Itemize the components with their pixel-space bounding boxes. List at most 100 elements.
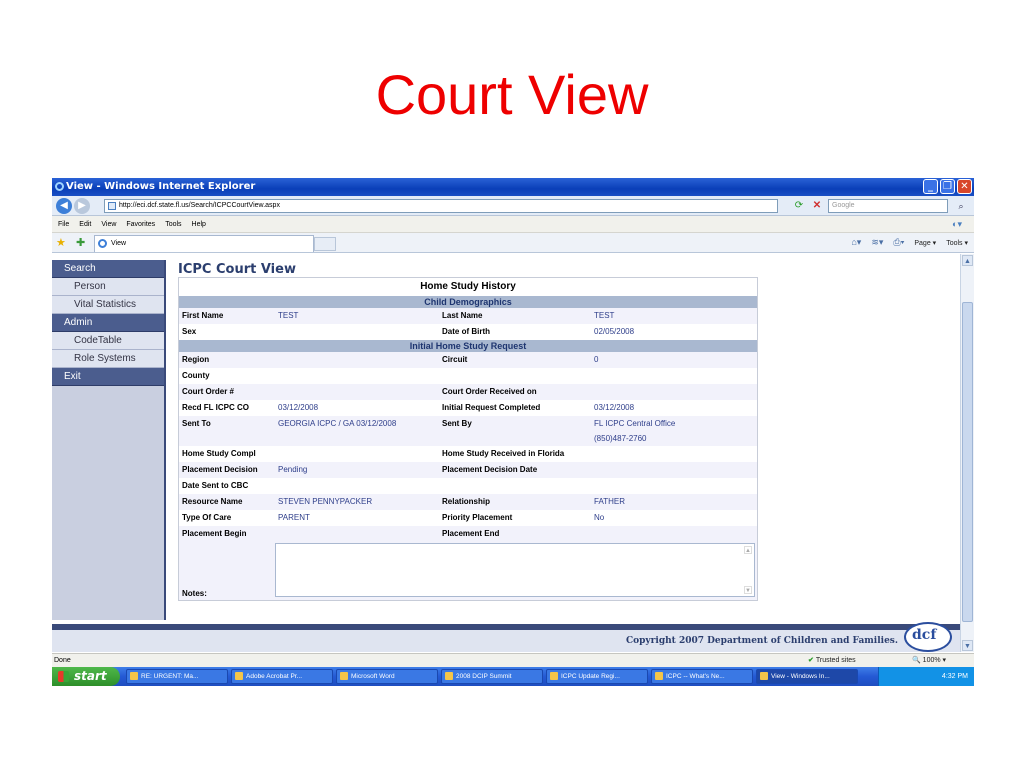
field-value [591, 384, 757, 400]
scroll-up-icon[interactable]: ▲ [744, 546, 752, 554]
status-bar: Done ✔ Trusted sites 🔍 100% ▾ [52, 653, 974, 667]
minimize-button[interactable]: _ [923, 179, 938, 194]
menu-edit[interactable]: Edit [79, 221, 91, 228]
refresh-icon[interactable]: ⟳ [792, 199, 806, 213]
nav-section-exit[interactable]: Exit [52, 368, 164, 386]
url-input[interactable]: http://eci.dcf.state.fl.us/Search/ICPCCo… [104, 199, 778, 213]
field-value: 02/05/2008 [591, 324, 757, 340]
nav-item-person[interactable]: Person [52, 278, 164, 296]
nav-item-role-systems[interactable]: Role Systems [52, 350, 164, 368]
search-icon[interactable]: ⌕ [952, 199, 970, 213]
field-value [591, 446, 757, 462]
field-value [275, 368, 439, 384]
notes-label: Notes: [182, 589, 207, 598]
feeds-icon[interactable]: ≋▾ [871, 237, 883, 248]
form-row: Resource Name STEVEN PENNYPACKER Relations… [179, 494, 757, 510]
menu-favorites[interactable]: Favorites [126, 221, 155, 228]
field-value: TEST [278, 311, 299, 320]
taskbar-item[interactable]: 2008 DCIP Summit [441, 669, 543, 684]
field-value: 03/12/2008 [591, 400, 757, 416]
tab-view[interactable]: View [94, 235, 314, 252]
main-panel: ICPC Court View Home Study History Child… [178, 262, 758, 601]
section-child-demographics: Child Demographics [179, 296, 757, 308]
left-nav: Search Person Vital Statistics Admin Cod… [52, 260, 166, 620]
menu-view[interactable]: View [101, 221, 116, 228]
favorites-star-icon[interactable]: ★ [56, 236, 66, 249]
menu-bar: File Edit View Favorites Tools Help ◐▾ [52, 216, 974, 233]
window-title: View - Windows Internet Explorer [66, 181, 256, 192]
field-value [275, 324, 439, 340]
nav-section-search[interactable]: Search [52, 260, 164, 278]
back-button[interactable]: ◀ [56, 198, 72, 214]
nav-section-admin[interactable]: Admin [52, 314, 164, 332]
taskbar-item[interactable]: Adobe Acrobat Pr... [231, 669, 333, 684]
nav-item-codetable[interactable]: CodeTable [52, 332, 164, 350]
section-initial-request: Initial Home Study Request [179, 340, 757, 352]
taskbar-item[interactable]: View - Windows In... [756, 669, 858, 684]
close-button[interactable]: ✕ [957, 179, 972, 194]
field-label: Placement Decision [179, 462, 275, 478]
scroll-thumb[interactable] [962, 302, 973, 622]
add-favorites-icon[interactable]: ✚ [76, 236, 85, 249]
toolbar-chevron-icon[interactable]: ◐▾ [952, 216, 962, 233]
field-value [275, 526, 439, 542]
tools-menu[interactable]: Tools ▾ [946, 239, 968, 247]
menu-file[interactable]: File [58, 221, 69, 228]
scroll-down-icon[interactable]: ▼ [744, 586, 752, 594]
menu-tools[interactable]: Tools [165, 221, 181, 228]
field-value: GEORGIA ICPC / GA 03/12/2008 [278, 419, 397, 428]
app-icon [655, 672, 663, 680]
zoom-level[interactable]: 🔍 100% ▾ [912, 654, 946, 667]
menu-help[interactable]: Help [192, 221, 206, 228]
form-row: Type Of Care PARENT Priority Placement No [179, 510, 757, 526]
home-icon[interactable]: ⌂▾ [851, 237, 861, 248]
field-value [591, 478, 757, 494]
start-button[interactable]: start [52, 667, 120, 686]
field-value [591, 462, 757, 478]
stop-icon[interactable]: ✕ [810, 199, 824, 213]
app-icon [130, 672, 138, 680]
forward-button[interactable]: ▶ [74, 198, 90, 214]
scroll-down-icon[interactable]: ▼ [962, 640, 973, 651]
field-label: Home Study Compl [179, 446, 275, 462]
notes-textarea[interactable]: ▲ ▼ [275, 543, 755, 597]
form-row: Home Study Compl Home Study Received in F… [179, 446, 757, 462]
system-tray: 4:32 PM [878, 667, 974, 686]
field-value [275, 352, 439, 368]
taskbar-item[interactable]: ICPC -- What's Ne... [651, 669, 753, 684]
app-icon [550, 672, 558, 680]
windows-logo-icon [58, 671, 69, 682]
form-title: Home Study History [179, 278, 757, 296]
field-label: County [179, 368, 275, 384]
field-value [275, 384, 439, 400]
field-value-line: 0 [594, 355, 599, 364]
field-label: Court Order # [179, 384, 275, 400]
scroll-up-icon[interactable]: ▲ [962, 255, 973, 266]
address-bar: ◀ ▶ http://eci.dcf.state.fl.us/Search/IC… [52, 196, 974, 216]
field-label: Initial Request Completed [442, 403, 541, 412]
field-label: Recd FL ICPC CO [179, 400, 275, 416]
zoom-level-value: 100% [922, 657, 941, 664]
taskbar-item[interactable]: Microsoft Word [336, 669, 438, 684]
app-icon [760, 672, 768, 680]
security-zone: ✔ Trusted sites [808, 654, 856, 667]
new-tab-button[interactable] [314, 237, 336, 251]
app-icon [340, 672, 348, 680]
restore-button[interactable]: ❐ [940, 179, 955, 194]
taskbar-item[interactable]: ICPC Update Regi... [546, 669, 648, 684]
field-value [591, 368, 757, 384]
field-value: STEVEN PENNYPACKER [278, 497, 373, 506]
url-text: http://eci.dcf.state.fl.us/Search/ICPCCo… [119, 202, 280, 209]
print-icon[interactable]: ⎙▾ [893, 237, 904, 248]
search-input[interactable]: Google [828, 199, 948, 213]
form-row: Date Sent to CBC [179, 478, 757, 494]
nav-item-vital-statistics[interactable]: Vital Statistics [52, 296, 164, 314]
clock: 4:32 PM [941, 673, 968, 680]
form-row: County [179, 368, 757, 384]
field-value-line: FATHER [594, 497, 625, 506]
taskbar-item[interactable]: RE: URGENT: Ma... [126, 669, 228, 684]
page-scrollbar[interactable]: ▲ ▼ [960, 254, 974, 652]
form-row: Recd FL ICPC CO 03/12/2008 Initial Request… [179, 400, 757, 416]
field-label [439, 368, 591, 384]
page-menu[interactable]: Page ▾ [914, 239, 936, 247]
